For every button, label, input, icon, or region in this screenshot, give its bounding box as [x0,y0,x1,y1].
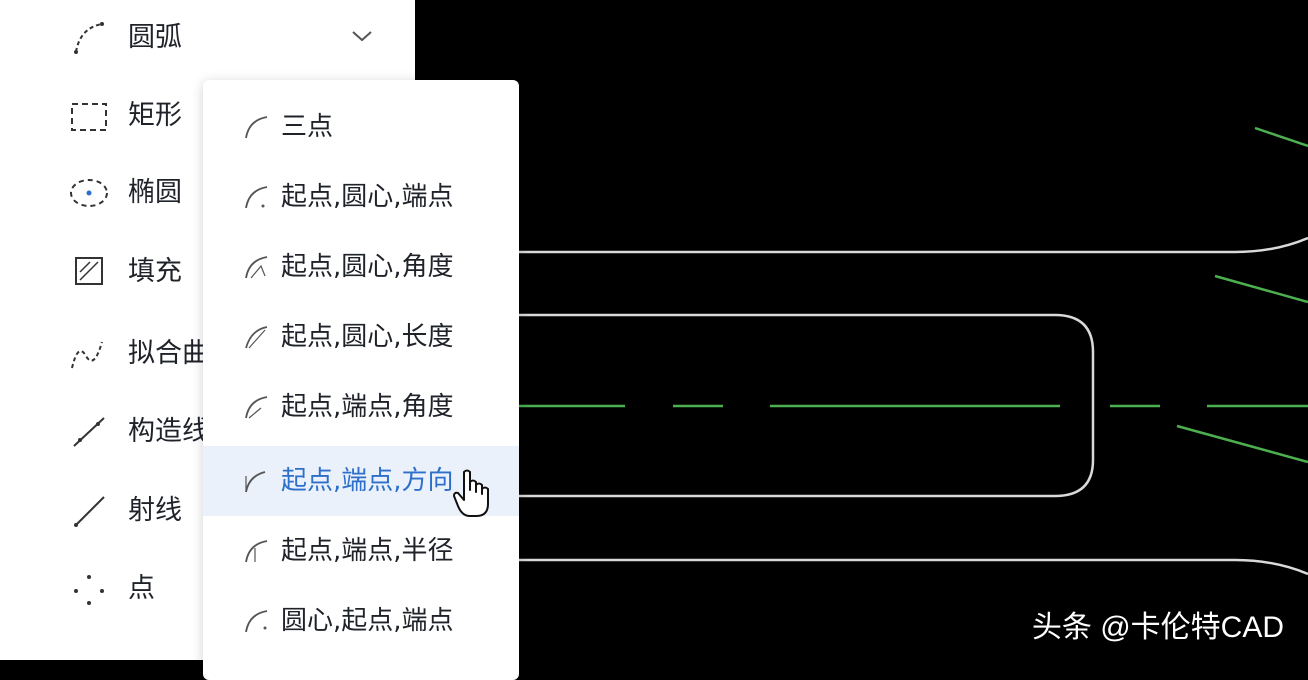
menu-item-start-end-angle[interactable]: 起点,端点,角度 [203,372,519,442]
menu-item-label: 起点,圆心,长度 [281,322,454,352]
road-edge-top [415,236,1308,254]
road-edge-bottom [415,558,1308,576]
construction-line-icon [73,417,105,447]
arc-center-start-end-icon [245,610,268,633]
chevron-down-icon[interactable] [350,28,374,44]
arc-mode-dropdown: 三点 起点,圆心,端点 起点,圆心,角度 起点,圆心,长度 起点,端点,角度 起… [203,80,519,680]
arc-start-end-radius-icon [245,540,268,563]
sidebar-item-label: 椭圆 [128,177,182,208]
menu-item-label: 起点,端点,角度 [281,392,454,422]
menu-item-start-center-length[interactable]: 起点,圆心,长度 [203,302,519,372]
arc-start-end-direction-icon [245,471,266,493]
sidebar-item-label: 射线 [128,495,182,526]
menu-item-label: 起点,端点,半径 [281,536,454,566]
watermark: 头条 @卡伦特CAD [1031,611,1284,644]
sidebar-item-label: 构造线 [128,416,209,447]
point-icon [74,575,104,605]
menu-item-label: 三点 [281,112,334,142]
menu-item-label: 起点,圆心,角度 [281,252,454,282]
sidebar-item-label: 点 [128,573,155,604]
arc-start-center-angle-icon [245,256,268,279]
arc-start-center-length-icon [245,326,268,349]
menu-item-center-start-end[interactable]: 圆心,起点,端点 [203,586,519,656]
menu-item-label: 起点,圆心,端点 [281,182,454,212]
sidebar-item-label: 拟合曲 [128,338,209,369]
menu-item-start-center-end[interactable]: 起点,圆心,端点 [203,162,519,232]
sidebar-item-arc[interactable]: 圆弧 [0,0,415,76]
arc-start-center-end-icon [245,186,268,209]
spline-icon [71,341,103,369]
ellipse-icon [70,179,108,207]
sidebar-item-label: 填充 [128,256,182,287]
menu-item-start-center-angle[interactable]: 起点,圆心,角度 [203,232,519,302]
hatch-icon [75,257,103,285]
menu-item-three-point[interactable]: 三点 [203,92,519,162]
menu-item-label: 起点,端点,方向 [281,466,454,496]
menu-item-label: 圆心,起点,端点 [281,606,454,636]
ray-icon [74,496,105,527]
arc-start-end-angle-icon [245,396,268,419]
arc-3point-icon [245,116,268,139]
hand-cursor-icon [453,469,489,517]
guide-line [1254,126,1308,148]
drawing-canvas[interactable] [415,0,1308,660]
menu-item-start-end-radius[interactable]: 起点,端点,半径 [203,516,519,586]
sidebar-item-label: 矩形 [128,100,182,131]
rectangle-icon [71,103,107,131]
guide-line [1214,274,1308,304]
guide-line [1176,424,1308,464]
arc-icon [74,22,104,54]
sidebar-item-label: 圆弧 [128,22,182,53]
